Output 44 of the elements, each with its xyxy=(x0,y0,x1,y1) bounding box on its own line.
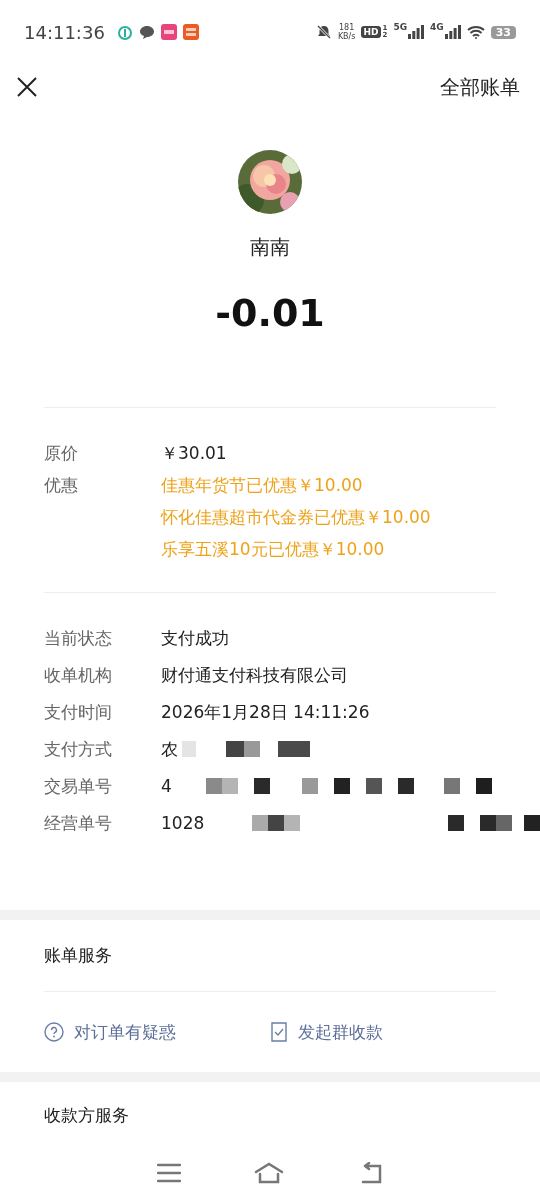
row-label: 交易单号 xyxy=(44,775,113,797)
question-icon xyxy=(44,1022,64,1042)
home-icon[interactable] xyxy=(254,1162,284,1184)
row-value: 支付成功 xyxy=(161,627,229,649)
app-icon xyxy=(160,24,177,40)
menu-icon[interactable] xyxy=(156,1163,181,1183)
speed-unit: KB/s xyxy=(337,32,356,41)
close-button[interactable] xyxy=(16,76,38,98)
discount-text: 乐享五溪10元已优惠￥10.00 xyxy=(161,538,386,560)
row-label: 当前状态 xyxy=(44,627,113,649)
section-title: 账单服务 xyxy=(44,920,496,992)
discount-text: 佳惠年货节已优惠￥10.00 xyxy=(161,474,364,496)
signal-icon xyxy=(444,25,461,39)
discount-text: 怀化佳惠超市代金券已优惠￥10.00 xyxy=(161,506,431,528)
row-label: 经营单号 xyxy=(44,812,113,834)
bell-muted-icon xyxy=(315,24,332,40)
network-speed: 181 xyxy=(339,23,355,32)
wifi-icon xyxy=(466,25,485,39)
signal-icon xyxy=(408,25,425,39)
row-value: 1028 xyxy=(161,812,205,834)
row-label: 支付时间 xyxy=(44,701,113,723)
row-value: 4 xyxy=(161,775,172,797)
row-label: 优惠 xyxy=(44,474,79,497)
app-icon xyxy=(182,24,199,40)
section-title: 收款方服务 xyxy=(44,1104,130,1127)
hd-badge: HD xyxy=(361,26,381,38)
row-value: 财付通支付科技有限公司 xyxy=(161,664,348,686)
row-label: 收单机构 xyxy=(44,664,113,686)
row-label: 原价 xyxy=(44,442,79,464)
all-bills-link[interactable]: 全部账单 xyxy=(440,73,520,101)
chat-icon xyxy=(138,24,155,40)
network-label: 5G xyxy=(393,22,408,32)
group-collect-link[interactable]: 发起群收款 xyxy=(270,1020,496,1044)
row-value: 农 xyxy=(161,738,178,760)
row-value: 2026年1月28日 14:11:26 xyxy=(161,701,370,723)
network-label: 4G xyxy=(430,22,444,32)
order-question-link[interactable]: 对订单有疑惑 xyxy=(44,1020,270,1044)
checklist-icon xyxy=(270,1022,288,1042)
payee-name: 南南 xyxy=(250,234,290,261)
clock: 14:11:36 xyxy=(24,21,105,43)
battery-indicator: 33 xyxy=(490,25,516,39)
row-label: 支付方式 xyxy=(44,738,113,760)
row-value: ￥30.01 xyxy=(161,442,227,464)
amount: -0.01 xyxy=(215,291,325,335)
